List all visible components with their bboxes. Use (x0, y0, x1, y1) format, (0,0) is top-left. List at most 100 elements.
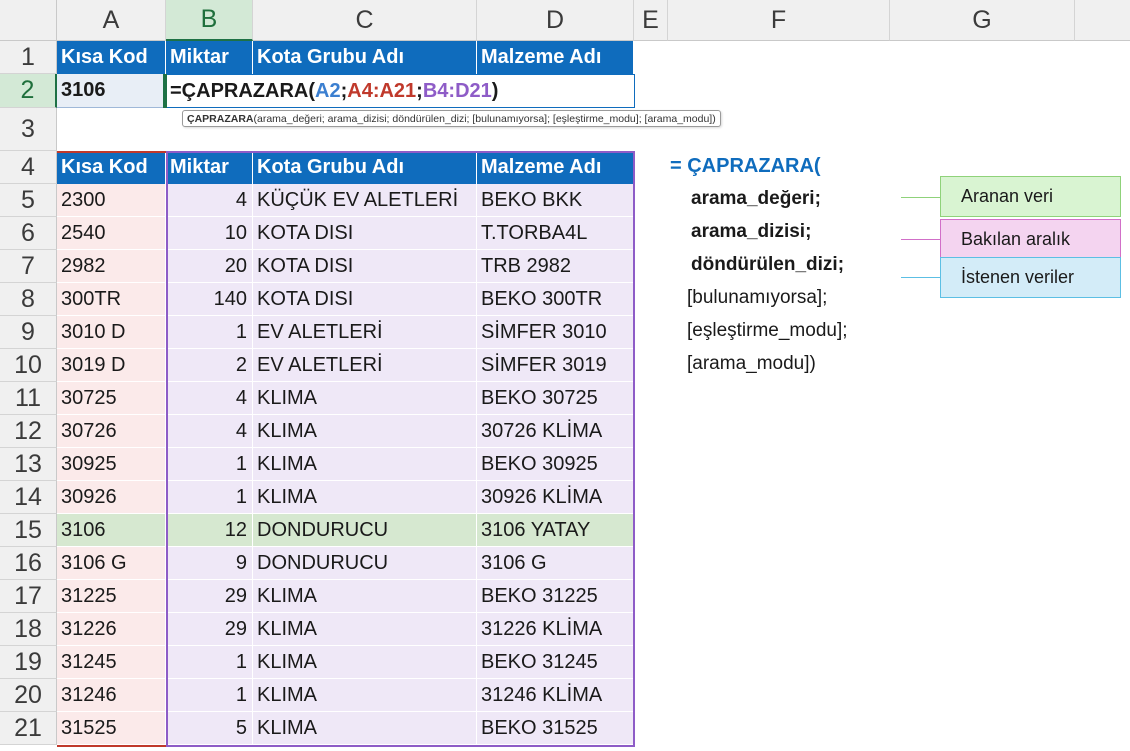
row-header-6[interactable]: 6 (0, 217, 57, 250)
table-cell[interactable]: EV ALETLERİ (253, 316, 477, 349)
table-cell[interactable]: 9 (166, 547, 253, 580)
table-cell[interactable]: 31245 (57, 646, 166, 679)
table-cell[interactable]: 1 (166, 316, 253, 349)
header-cell-row1[interactable]: Kısa Kod (57, 41, 166, 74)
row-header-3[interactable]: 3 (0, 108, 57, 151)
row-header-12[interactable]: 12 (0, 415, 57, 448)
table-cell[interactable]: KLIMA (253, 679, 477, 712)
row-header-16[interactable]: 16 (0, 547, 57, 580)
row-header-2[interactable]: 2 (0, 74, 57, 108)
table-cell[interactable]: 30926 (57, 481, 166, 514)
row-header-4[interactable]: 4 (0, 151, 57, 184)
table-cell[interactable]: KLIMA (253, 613, 477, 646)
table-cell[interactable]: 30726 (57, 415, 166, 448)
table-cell[interactable]: 300TR (57, 283, 166, 316)
table-cell[interactable]: 31226 KLİMA (477, 613, 634, 646)
column-header-a[interactable]: A (57, 0, 166, 41)
table-cell[interactable]: 30925 (57, 448, 166, 481)
row-header-19[interactable]: 19 (0, 646, 57, 679)
table-cell[interactable]: T.TORBA4L (477, 217, 634, 250)
table-cell[interactable]: 1 (166, 646, 253, 679)
header-cell-row1[interactable]: Malzeme Adı (477, 41, 634, 74)
table-cell[interactable]: DONDURUCU (253, 514, 477, 547)
table-cell[interactable]: KLIMA (253, 712, 477, 745)
select-all-corner[interactable] (0, 0, 57, 41)
header-cell-row1[interactable]: Miktar (166, 41, 253, 74)
row-header-10[interactable]: 10 (0, 349, 57, 382)
table-cell[interactable]: 4 (166, 382, 253, 415)
row-header-9[interactable]: 9 (0, 316, 57, 349)
column-header-g[interactable]: G (890, 0, 1075, 41)
row-header-13[interactable]: 13 (0, 448, 57, 481)
table-cell[interactable]: 2982 (57, 250, 166, 283)
table-cell[interactable]: 3106 (57, 514, 166, 547)
table-cell[interactable]: BEKO 31525 (477, 712, 634, 745)
table-cell[interactable]: BEKO 31225 (477, 580, 634, 613)
table-cell[interactable]: BEKO 300TR (477, 283, 634, 316)
row-header-14[interactable]: 14 (0, 481, 57, 514)
table-cell[interactable]: 3106 G (477, 547, 634, 580)
table-cell[interactable]: 3019 D (57, 349, 166, 382)
table-cell[interactable]: 30726 KLİMA (477, 415, 634, 448)
table-cell[interactable]: 2300 (57, 184, 166, 217)
table-cell[interactable]: 31525 (57, 712, 166, 745)
table-cell[interactable]: 2 (166, 349, 253, 382)
column-header-f[interactable]: F (668, 0, 890, 41)
row-header-17[interactable]: 17 (0, 580, 57, 613)
table-cell[interactable]: 3106 G (57, 547, 166, 580)
table-cell[interactable]: 3010 D (57, 316, 166, 349)
table-cell[interactable]: 2540 (57, 217, 166, 250)
table-cell[interactable]: KÜÇÜK EV ALETLERİ (253, 184, 477, 217)
table-cell[interactable]: BEKO 31245 (477, 646, 634, 679)
table-cell[interactable]: KLIMA (253, 415, 477, 448)
row-header-8[interactable]: 8 (0, 283, 57, 316)
table-cell[interactable]: 31226 (57, 613, 166, 646)
column-header-b[interactable]: B (166, 0, 253, 41)
table-cell[interactable]: KLIMA (253, 448, 477, 481)
table-cell[interactable]: 29 (166, 580, 253, 613)
table-cell[interactable]: TRB 2982 (477, 250, 634, 283)
row-header-18[interactable]: 18 (0, 613, 57, 646)
row-header-21[interactable]: 21 (0, 712, 57, 745)
column-header-e[interactable]: E (634, 0, 668, 41)
table-cell[interactable]: 3106 YATAY (477, 514, 634, 547)
header-cell-row1[interactable]: Kota Grubu Adı (253, 41, 477, 74)
row-header-11[interactable]: 11 (0, 382, 57, 415)
table-cell[interactable]: 12 (166, 514, 253, 547)
table-cell[interactable]: 140 (166, 283, 253, 316)
table-cell[interactable]: 31225 (57, 580, 166, 613)
table-cell[interactable]: 4 (166, 415, 253, 448)
table-cell[interactable]: BEKO 30725 (477, 382, 634, 415)
table-cell[interactable]: 31246 (57, 679, 166, 712)
table-cell[interactable]: DONDURUCU (253, 547, 477, 580)
table-cell[interactable]: KLIMA (253, 646, 477, 679)
table-cell[interactable]: SİMFER 3019 (477, 349, 634, 382)
table-header-cell[interactable]: Kota Grubu Adı (253, 151, 477, 184)
row-header-7[interactable]: 7 (0, 250, 57, 283)
table-cell[interactable]: 29 (166, 613, 253, 646)
column-header-d[interactable]: D (477, 0, 634, 41)
table-cell[interactable]: 1 (166, 679, 253, 712)
table-header-cell[interactable]: Miktar (166, 151, 253, 184)
table-cell[interactable]: 31246 KLİMA (477, 679, 634, 712)
table-cell[interactable]: EV ALETLERİ (253, 349, 477, 382)
table-header-cell[interactable]: Kısa Kod (57, 151, 166, 184)
row-header-15[interactable]: 15 (0, 514, 57, 547)
table-cell[interactable]: 4 (166, 184, 253, 217)
column-header-c[interactable]: C (253, 0, 477, 41)
table-cell[interactable]: 20 (166, 250, 253, 283)
row-header-20[interactable]: 20 (0, 679, 57, 712)
table-cell[interactable]: KLIMA (253, 580, 477, 613)
table-cell[interactable]: 1 (166, 481, 253, 514)
formula-cell-b2[interactable]: =ÇAPRAZARA(A2; A4:A21; B4:D21) (166, 74, 635, 108)
table-cell[interactable]: 30725 (57, 382, 166, 415)
table-cell[interactable]: KOTA DISI (253, 250, 477, 283)
table-cell[interactable]: BEKO 30925 (477, 448, 634, 481)
table-cell[interactable]: KOTA DISI (253, 217, 477, 250)
cell-a2[interactable]: 3106 (57, 74, 166, 108)
table-cell[interactable]: KLIMA (253, 481, 477, 514)
row-header-1[interactable]: 1 (0, 41, 57, 74)
table-cell[interactable]: KLIMA (253, 382, 477, 415)
table-cell[interactable]: BEKO BKK (477, 184, 634, 217)
row-header-5[interactable]: 5 (0, 184, 57, 217)
